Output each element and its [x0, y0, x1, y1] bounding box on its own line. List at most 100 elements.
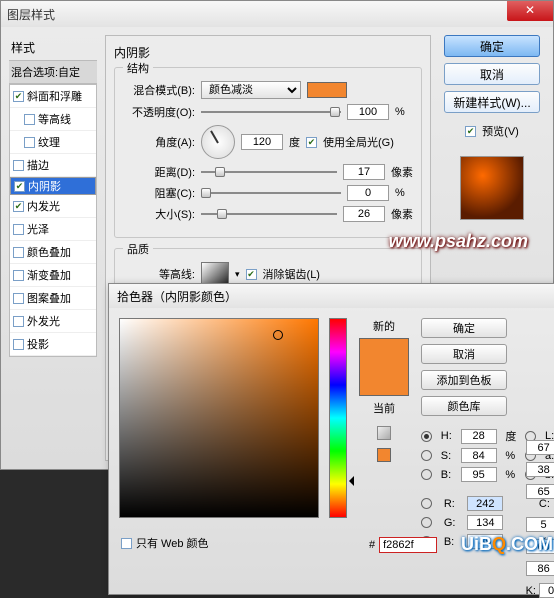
cancel-button[interactable]: 取消 [444, 63, 540, 85]
y-input[interactable] [526, 561, 554, 576]
color-picker-dialog: 拾色器（内阴影颜色） 新的 当前 确定 取消 添加到色板 颜色库 [108, 283, 554, 595]
hex-label: # [369, 539, 375, 551]
checkbox[interactable] [13, 160, 24, 171]
unit: % [395, 106, 405, 118]
checkbox[interactable] [13, 224, 24, 235]
hex-input[interactable] [379, 537, 437, 553]
l-input[interactable] [526, 440, 554, 455]
size-label: 大小(S): [123, 206, 195, 222]
unit: 像素 [391, 206, 413, 222]
ok-button[interactable]: 确定 [444, 35, 540, 57]
dropdown-icon[interactable]: ▾ [235, 269, 240, 280]
radio-b[interactable] [421, 469, 432, 480]
cancel-button[interactable]: 取消 [421, 344, 507, 364]
angle-label: 角度(A): [123, 134, 195, 150]
radio-r[interactable] [421, 498, 432, 509]
add-swatch-button[interactable]: 添加到色板 [421, 370, 507, 390]
antialias-checkbox[interactable] [246, 269, 257, 280]
style-contour[interactable]: 等高线 [10, 108, 96, 131]
size-slider[interactable] [201, 207, 337, 221]
size-input[interactable] [343, 206, 385, 222]
h-input[interactable] [461, 429, 497, 444]
radio-h[interactable] [421, 431, 432, 442]
k-input[interactable] [539, 583, 554, 598]
choke-slider[interactable] [201, 186, 341, 200]
s-input[interactable] [461, 448, 497, 463]
angle-dial[interactable] [201, 125, 235, 159]
checkbox[interactable] [13, 293, 24, 304]
checkbox[interactable] [13, 201, 24, 212]
dialog-title: 图层样式 [7, 6, 55, 23]
style-drop-shadow[interactable]: 投影 [10, 333, 96, 356]
distance-slider[interactable] [201, 165, 337, 179]
style-outer-glow[interactable]: 外发光 [10, 310, 96, 333]
style-stroke[interactable]: 描边 [10, 154, 96, 177]
close-button[interactable]: ✕ [507, 1, 553, 21]
blend-mode-label: 混合模式(B): [123, 82, 195, 98]
titlebar[interactable]: 拾色器（内阴影颜色） [109, 284, 554, 308]
color-field[interactable] [119, 318, 319, 518]
style-inner-shadow[interactable]: 内阴影 [10, 177, 96, 195]
web-only-label: 只有 Web 颜色 [136, 535, 209, 551]
g-input[interactable] [467, 515, 503, 530]
opacity-slider[interactable] [201, 105, 341, 119]
r-input[interactable] [467, 496, 503, 511]
antialias-label: 消除锯齿(L) [263, 266, 320, 282]
group-label: 结构 [123, 60, 153, 76]
hex-row: # [369, 537, 437, 553]
style-bevel[interactable]: 斜面和浮雕 [10, 85, 96, 108]
style-color-overlay[interactable]: 颜色叠加 [10, 241, 96, 264]
hue-slider[interactable] [329, 318, 347, 518]
checkbox[interactable] [13, 91, 24, 102]
unit: % [395, 187, 405, 199]
global-light-checkbox[interactable] [306, 137, 317, 148]
style-list: 斜面和浮雕 等高线 纹理 描边 内阴影 内发光 光泽 颜色叠加 渐变叠加 图案叠… [9, 84, 97, 357]
new-label: 新的 [373, 318, 395, 334]
watermark-2: UiBQ.COM [461, 534, 553, 555]
checkbox[interactable] [13, 270, 24, 281]
checkbox[interactable] [13, 339, 24, 350]
radio-g[interactable] [421, 517, 432, 528]
styles-header: 样式 [9, 35, 97, 61]
new-current-swatch[interactable] [359, 338, 409, 396]
ok-button[interactable]: 确定 [421, 318, 507, 338]
choke-input[interactable] [347, 185, 389, 201]
choke-label: 阻塞(C): [123, 185, 195, 201]
radio-s[interactable] [421, 450, 432, 461]
hue-indicator[interactable] [344, 476, 354, 486]
checkbox[interactable] [24, 137, 35, 148]
color-swatch[interactable] [307, 82, 347, 98]
c-input[interactable] [526, 517, 554, 532]
checkbox[interactable] [13, 247, 24, 258]
websafe-swatch[interactable] [377, 448, 391, 462]
opacity-input[interactable] [347, 104, 389, 120]
blend-options-row[interactable]: 混合选项:自定 [9, 61, 97, 84]
a-input[interactable] [526, 462, 554, 477]
web-only-checkbox[interactable] [121, 538, 132, 549]
style-texture[interactable]: 纹理 [10, 131, 96, 154]
color-preview-column: 新的 当前 [357, 318, 411, 549]
preview-label: 预览(V) [482, 123, 519, 139]
blend-mode-select[interactable]: 颜色减淡 [201, 81, 301, 99]
checkbox[interactable] [24, 114, 35, 125]
color-lib-button[interactable]: 颜色库 [421, 396, 507, 416]
style-gradient-overlay[interactable]: 渐变叠加 [10, 264, 96, 287]
style-pattern-overlay[interactable]: 图案叠加 [10, 287, 96, 310]
checkbox[interactable] [14, 181, 25, 192]
angle-input[interactable] [241, 134, 283, 150]
style-inner-glow[interactable]: 内发光 [10, 195, 96, 218]
style-satin[interactable]: 光泽 [10, 218, 96, 241]
checkbox[interactable] [13, 316, 24, 327]
titlebar[interactable]: 图层样式 ✕ [1, 1, 553, 27]
cube-icon[interactable] [377, 426, 391, 440]
preview-thumbnail [460, 156, 524, 220]
preview-checkbox[interactable] [465, 126, 476, 137]
b-input[interactable] [461, 467, 497, 482]
new-style-button[interactable]: 新建样式(W)... [444, 91, 540, 113]
distance-input[interactable] [343, 164, 385, 180]
group-label: 品质 [123, 241, 153, 257]
bb-input[interactable] [526, 484, 554, 499]
color-marker[interactable] [273, 330, 283, 340]
structure-group: 结构 混合模式(B): 颜色减淡 不透明度(O): % 角度(A): 度 [114, 67, 422, 238]
web-only-row: 只有 Web 颜色 [121, 535, 209, 551]
